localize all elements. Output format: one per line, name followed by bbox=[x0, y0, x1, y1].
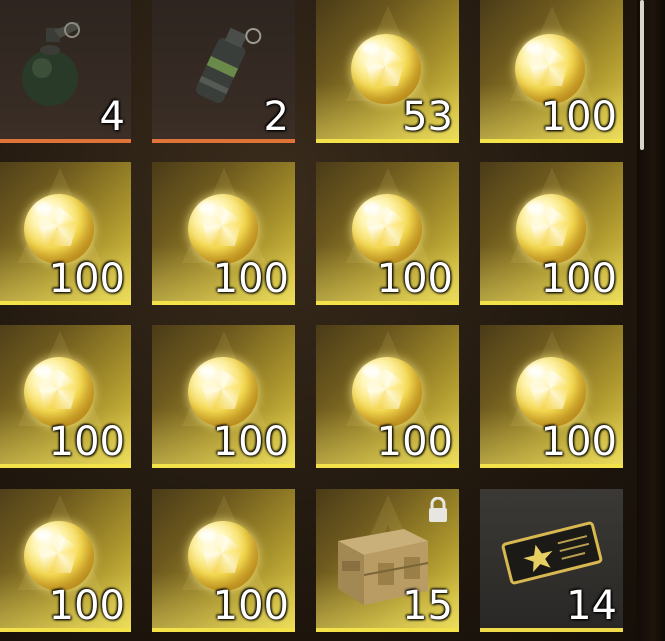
inventory-slot-frag-grenade[interactable]: 4 bbox=[0, 0, 131, 143]
scrollbar-track[interactable] bbox=[637, 0, 665, 641]
gold-gem-icon bbox=[188, 357, 258, 427]
item-quantity: 100 bbox=[212, 256, 289, 302]
inventory-slot-supply-crate[interactable]: 15 bbox=[316, 489, 459, 632]
inventory-slot-gold-gem[interactable]: 53 bbox=[316, 0, 459, 143]
item-quantity: 100 bbox=[212, 419, 289, 465]
item-quantity: 100 bbox=[540, 419, 617, 465]
item-quantity: 14 bbox=[566, 583, 617, 629]
inventory-slot-smoke-grenade[interactable]: 2 bbox=[152, 0, 295, 143]
inventory-slot-gold-gem[interactable]: 100 bbox=[316, 325, 459, 468]
inventory-slot-gold-gem[interactable]: 100 bbox=[0, 489, 131, 632]
item-quantity: 100 bbox=[212, 583, 289, 629]
gold-gem-icon bbox=[516, 194, 586, 264]
inventory-slot-gold-ticket[interactable]: 14 bbox=[480, 489, 623, 632]
inventory-slot-gold-gem[interactable]: 100 bbox=[480, 162, 623, 305]
item-quantity: 2 bbox=[263, 94, 289, 140]
inventory-slot-gold-gem[interactable]: 100 bbox=[480, 325, 623, 468]
inventory-slot-gold-gem[interactable]: 100 bbox=[0, 162, 131, 305]
item-quantity: 100 bbox=[540, 256, 617, 302]
lock-icon bbox=[427, 496, 449, 523]
item-quantity: 100 bbox=[376, 419, 453, 465]
inventory-slot-gold-gem[interactable]: 100 bbox=[0, 325, 131, 468]
gold-gem-icon bbox=[24, 357, 94, 427]
item-quantity: 100 bbox=[376, 256, 453, 302]
gold-gem-icon bbox=[188, 521, 258, 591]
item-quantity: 100 bbox=[48, 583, 125, 629]
item-quantity: 4 bbox=[99, 94, 125, 140]
gold-gem-icon bbox=[24, 521, 94, 591]
gold-gem-icon bbox=[516, 357, 586, 427]
gold-gem-icon bbox=[352, 194, 422, 264]
inventory-slot-gold-gem[interactable]: 100 bbox=[152, 162, 295, 305]
gold-gem-icon bbox=[24, 194, 94, 264]
item-quantity: 100 bbox=[48, 256, 125, 302]
item-quantity: 15 bbox=[402, 583, 453, 629]
scrollbar-thumb[interactable] bbox=[640, 0, 644, 150]
inventory-slot-gold-gem[interactable]: 100 bbox=[152, 489, 295, 632]
inventory-slot-gold-gem[interactable]: 100 bbox=[316, 162, 459, 305]
item-quantity: 53 bbox=[402, 94, 453, 140]
gold-gem-icon bbox=[352, 357, 422, 427]
item-quantity: 100 bbox=[48, 419, 125, 465]
inventory-slot-gold-gem[interactable]: 100 bbox=[480, 0, 623, 143]
item-quantity: 100 bbox=[540, 94, 617, 140]
inventory-slot-gold-gem[interactable]: 100 bbox=[152, 325, 295, 468]
gold-gem-icon bbox=[188, 194, 258, 264]
